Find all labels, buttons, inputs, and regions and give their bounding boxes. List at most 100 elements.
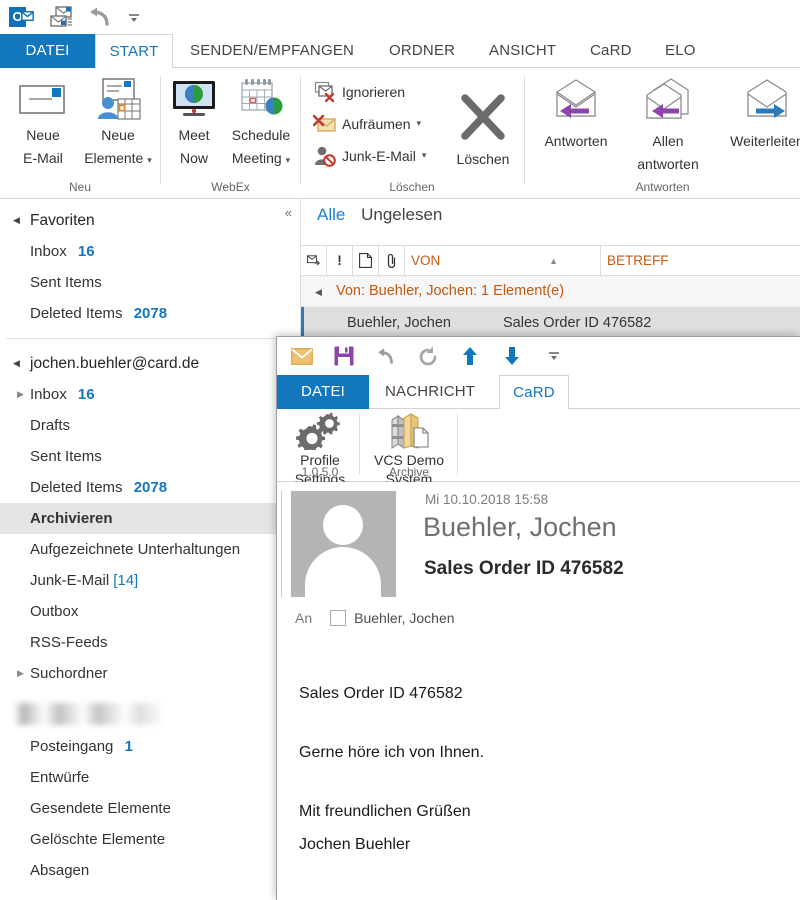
ignore-label: Ignorieren: [342, 83, 406, 100]
sidebar-item-inbox-fav[interactable]: Inbox 16: [0, 236, 300, 267]
message-filter-bar: Alle Ungelesen: [301, 199, 800, 245]
tab-ordner[interactable]: ORDNER: [377, 34, 467, 68]
new-items-button[interactable]: Meet Neue Elemente ▾: [76, 76, 160, 170]
sidebar-item-aufgezeichnete-unterhaltungen[interactable]: Aufgezeichnete Unterhaltungen: [0, 534, 300, 565]
from-column-header[interactable]: VON ▲: [405, 246, 601, 275]
chevron-down-icon[interactable]: ▾: [147, 155, 152, 165]
junk-email-button[interactable]: Junk-E-Mail ▾: [313, 142, 426, 169]
reply-all-button[interactable]: Allen antworten: [622, 76, 714, 174]
sidebar-item-geloeschte-elemente[interactable]: Gelöschte Elemente: [0, 824, 300, 855]
tab-senden-empfangen[interactable]: SENDEN/EMPFANGEN: [178, 34, 366, 68]
sidebar-item-posteingang[interactable]: Posteingang 1: [0, 731, 300, 762]
inspector-tab-nachricht[interactable]: NACHRICHT: [373, 375, 487, 409]
subject-column-header[interactable]: BETREFF: [601, 246, 800, 275]
meet-now-label-2: Now: [179, 150, 208, 166]
delete-button[interactable]: Löschen: [444, 88, 522, 169]
message-list-column-headers: ! VON ▲ BETREFF: [301, 245, 800, 276]
save-icon[interactable]: [333, 345, 355, 367]
avatar-body: [305, 547, 381, 603]
sidebar-item-gesendete-elemente[interactable]: Gesendete Elemente: [0, 793, 300, 824]
new-email-button[interactable]: Neue E-Mail: [5, 76, 81, 168]
reply-icon: [530, 76, 622, 128]
message-icon-column-header[interactable]: [301, 246, 327, 275]
recipient-label: An: [295, 610, 313, 626]
sidebar-item-inbox[interactable]: ▶ Inbox 16: [0, 379, 300, 410]
sidebar-item-sent-items[interactable]: Sent Items: [0, 441, 300, 472]
ignore-button[interactable]: Ignorieren: [313, 78, 405, 105]
archive-books-icon: [363, 411, 455, 451]
tab-card[interactable]: CaRD: [578, 34, 644, 68]
new-email-label-1: Neue: [26, 127, 60, 143]
cleanup-button[interactable]: Aufräumen ▾: [312, 110, 421, 137]
previous-item-icon[interactable]: [459, 345, 481, 367]
sidebar-item-outbox[interactable]: Outbox: [0, 596, 300, 627]
send-receive-all-icon[interactable]: [49, 6, 73, 28]
customize-qat-icon[interactable]: [127, 12, 141, 24]
send-envelope-icon[interactable]: [291, 345, 313, 367]
chevron-down-icon[interactable]: ▾: [422, 150, 427, 161]
filter-unread[interactable]: Ungelesen: [361, 205, 442, 224]
nav-header-favoriten[interactable]: ◀ Favoriten: [0, 205, 300, 236]
inspector-tab-datei[interactable]: DATEI: [277, 375, 369, 409]
reply-button[interactable]: Antworten: [530, 76, 622, 151]
redo-icon[interactable]: [417, 345, 439, 367]
attachment-column-header[interactable]: [379, 246, 405, 275]
avatar: [281, 491, 396, 603]
tab-ansicht[interactable]: ANSICHT: [477, 34, 568, 68]
junk-count: [14]: [113, 572, 139, 589]
inspector-group-label-archive: Archive: [388, 465, 429, 479]
sidebar-item-deleted-items-fav[interactable]: Deleted Items 2078: [0, 298, 300, 329]
delete-label: Löschen: [456, 151, 510, 167]
sidebar-item-rss-feeds[interactable]: RSS-Feeds: [0, 627, 300, 658]
tab-start[interactable]: START: [95, 34, 173, 68]
table-row[interactable]: Buehler, Jochen Sales Order ID 476582: [301, 307, 800, 339]
sidebar-item-suchordner[interactable]: ▶ Suchordner: [0, 658, 300, 689]
subject-column-label: BETREFF: [607, 253, 669, 268]
customize-qat-icon[interactable]: [543, 345, 565, 367]
tab-elo[interactable]: ELO: [653, 34, 708, 68]
group-expanded-triangle-icon[interactable]: ◀: [315, 287, 322, 297]
forward-button[interactable]: Weiterleiten: [714, 76, 800, 151]
chevron-right-icon[interactable]: ▶: [17, 658, 24, 689]
meet-now-button[interactable]: Meet Now: [163, 76, 225, 168]
sidebar-item-entwuerfe[interactable]: Entwürfe: [0, 762, 300, 793]
sidebar-item-label: Suchordner: [30, 665, 108, 682]
sidebar-item-label: Inbox: [30, 386, 67, 403]
sidebar-item-sent-items-fav[interactable]: Sent Items: [0, 267, 300, 298]
message-body[interactable]: Sales Order ID 476582 Gerne höre ich von…: [277, 649, 800, 900]
sidebar-item-label: Junk-E-Mail: [30, 572, 110, 589]
schedule-meeting-button[interactable]: Schedule Meeting ▾: [223, 76, 299, 170]
chevron-right-icon[interactable]: ▶: [17, 379, 24, 410]
next-item-icon[interactable]: [501, 345, 523, 367]
sidebar-item-junk-email[interactable]: Junk-E-Mail [14]: [0, 565, 300, 596]
expanded-triangle-icon[interactable]: ◀: [13, 348, 20, 379]
tab-datei[interactable]: DATEI: [0, 34, 95, 68]
chevron-down-icon[interactable]: ▾: [416, 118, 421, 129]
message-group-row[interactable]: ◀ Von: Buehler, Jochen: 1 Element(e): [301, 276, 800, 307]
reminder-column-header[interactable]: [353, 246, 379, 275]
ribbon-content: Neue E-Mail Neue Elemente ▾ Neu Meet Now…: [0, 68, 800, 199]
importance-column-header[interactable]: !: [327, 246, 353, 275]
chevron-down-icon[interactable]: ▾: [286, 155, 291, 165]
undo-icon[interactable]: [375, 345, 397, 367]
filter-all[interactable]: Alle: [317, 205, 345, 224]
item-count: 2078: [133, 479, 168, 496]
inspector-tab-strip: DATEI NACHRICHT CaRD: [277, 375, 800, 409]
expanded-triangle-icon[interactable]: ◀: [13, 205, 20, 236]
undo-icon[interactable]: [87, 6, 113, 28]
sidebar-item-absagen[interactable]: Absagen: [0, 855, 300, 886]
nav-header-favoriten-label: Favoriten: [30, 212, 95, 229]
sidebar-item-drafts[interactable]: Drafts: [0, 410, 300, 441]
message-subject: Sales Order ID 476582: [503, 315, 652, 331]
sidebar-item-label: Sent Items: [30, 274, 102, 291]
recipient-name[interactable]: Buehler, Jochen: [354, 610, 454, 626]
new-items-icon: [76, 76, 160, 122]
sort-ascending-icon[interactable]: ▲: [549, 256, 558, 266]
sidebar-item-label: Archivieren: [30, 510, 113, 527]
sidebar-item-deleted-items[interactable]: Deleted Items 2078: [0, 472, 300, 503]
nav-header-account[interactable]: ◀ jochen.buehler@card.de: [0, 348, 300, 379]
inspector-tab-card[interactable]: CaRD: [499, 375, 569, 409]
recipient-presence-checkbox[interactable]: [330, 610, 347, 626]
sidebar-item-archivieren[interactable]: Archivieren: [0, 503, 300, 534]
message-group-label: Von: Buehler, Jochen: 1 Element(e): [335, 283, 565, 299]
